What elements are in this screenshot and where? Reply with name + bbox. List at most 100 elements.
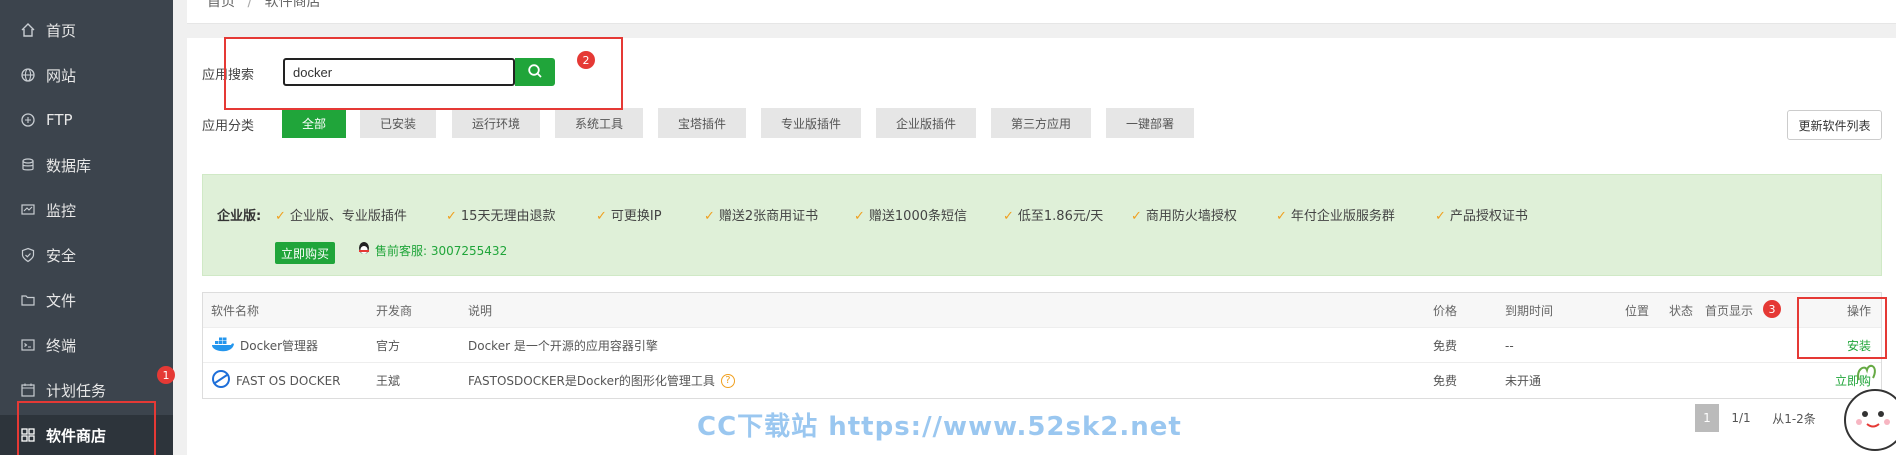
promo-feature: ✓ 产品授权证书: [1435, 209, 1528, 224]
enterprise-promo: 企业版: ✓ 企业版、专业版插件 ✓ 15天无理由退款 ✓ 可更换IP ✓ 赠送2张商用…: [202, 174, 1882, 276]
col-status: 状态: [1669, 304, 1694, 318]
sidebar-item-label: 计划任务: [46, 381, 107, 400]
buy-now-button[interactable]: 立即购买: [275, 242, 335, 264]
mascot-icon: [1837, 350, 1896, 455]
category-label: 应用分类: [202, 119, 255, 134]
sidebar-item-label: FTP: [46, 111, 73, 129]
home-icon: [20, 22, 36, 38]
sidebar-item-terminal[interactable]: 终端: [0, 325, 173, 365]
check-icon: ✓: [854, 209, 865, 224]
promo-feature: ✓ 商用防火墙授权: [1131, 209, 1237, 224]
promo-feature: ✓ 赠送2张商用证书: [704, 209, 819, 224]
category-installed[interactable]: 已安装: [360, 108, 436, 138]
clock-icon: [20, 382, 36, 398]
monitor-icon: [20, 202, 36, 218]
category-pro-plugins[interactable]: 专业版插件: [761, 108, 861, 138]
col-expire: 到期时间: [1505, 304, 1554, 318]
category-runtime[interactable]: 运行环境: [452, 108, 540, 138]
promo-feature: ✓ 低至1.86元/天: [1003, 209, 1104, 224]
check-icon: ✓: [1131, 209, 1142, 224]
promo-title: 企业版:: [217, 209, 262, 224]
col-description: 说明: [468, 304, 493, 318]
category-one-click-deploy[interactable]: 一键部署: [1106, 108, 1194, 138]
sidebar: 首页 网站 FTP 数据库 监控 安全 文件 终端 计划任务 软件商店: [0, 0, 173, 455]
breadcrumb-separator: /: [247, 0, 253, 10]
pager-range: 从1-2条: [1772, 411, 1816, 426]
table-row: FAST OS DOCKER 王斌 FASTOSDOCKER是Docker的图形…: [203, 363, 1881, 398]
sidebar-item-label: 文件: [46, 291, 77, 310]
pager-pages: 1/1: [1731, 411, 1751, 425]
sidebar-item-label: 终端: [46, 336, 77, 355]
annotation-badge-2: 2: [577, 51, 595, 69]
expire-time: 未开通: [1505, 374, 1542, 388]
annotation-badge-1: 1: [157, 366, 175, 384]
description: FASTOSDOCKER是Docker的图形化管理工具 ?: [468, 363, 735, 398]
terminal-icon: [20, 337, 36, 353]
globe-icon: [20, 67, 36, 83]
table-row: Docker管理器 官方 Docker 是一个开源的应用容器引擎 免费 -- 安…: [203, 328, 1881, 363]
annotation-box-install: [1797, 297, 1887, 359]
software-name: Docker管理器: [211, 328, 318, 363]
col-homepage: 首页显示: [1705, 304, 1754, 318]
sidebar-item-ftp[interactable]: FTP: [0, 100, 173, 140]
sidebar-item-home[interactable]: 首页: [0, 10, 173, 50]
col-name: 软件名称: [211, 304, 260, 318]
price: 免费: [1433, 374, 1458, 388]
check-icon: ✓: [596, 209, 607, 224]
breadcrumb-home[interactable]: 首页: [207, 0, 235, 10]
developer: 官方: [376, 339, 401, 353]
help-icon[interactable]: ?: [720, 373, 735, 388]
folder-icon: [20, 292, 36, 308]
sidebar-item-database[interactable]: 数据库: [0, 145, 173, 185]
category-bt-plugins[interactable]: 宝塔插件: [658, 108, 746, 138]
pager-current[interactable]: 1: [1695, 404, 1719, 432]
table-header: 软件名称 开发商 说明 价格 到期时间 位置 状态 首页显示 操作: [203, 293, 1881, 328]
breadcrumb-current: 软件商店: [264, 0, 321, 10]
col-price: 价格: [1433, 304, 1458, 318]
sidebar-item-label: 安全: [46, 246, 77, 265]
promo-feature: ✓ 赠送1000条短信: [854, 209, 967, 224]
annotation-box-search: [224, 37, 623, 110]
qq-icon: [357, 241, 371, 260]
promo-feature: ✓ 年付企业版服务群: [1276, 209, 1395, 224]
annotation-badge-3: 3: [1763, 300, 1781, 318]
check-icon: ✓: [1435, 209, 1446, 224]
fastos-icon: [211, 369, 231, 392]
col-location: 位置: [1625, 304, 1650, 318]
sidebar-item-files[interactable]: 文件: [0, 280, 173, 320]
sidebar-item-label: 数据库: [46, 156, 92, 175]
sidebar-item-website[interactable]: 网站: [0, 55, 173, 95]
shield-icon: [20, 247, 36, 263]
category-all[interactable]: 全部: [282, 108, 346, 138]
check-icon: ✓: [1276, 209, 1287, 224]
check-icon: ✓: [446, 209, 457, 224]
check-icon: ✓: [1003, 209, 1014, 224]
check-icon: ✓: [275, 209, 286, 224]
col-developer: 开发商: [376, 304, 413, 318]
watermark: CC下载站 https://www.52sk2.net: [697, 412, 1182, 442]
sidebar-item-label: 监控: [46, 201, 77, 220]
sidebar-item-monitor[interactable]: 监控: [0, 190, 173, 230]
software-name: FAST OS DOCKER: [211, 363, 341, 398]
software-table: 软件名称 开发商 说明 价格 到期时间 位置 状态 首页显示 操作 Docker…: [202, 292, 1882, 399]
category-enterprise-plugins[interactable]: 企业版插件: [876, 108, 976, 138]
promo-feature: ✓ 15天无理由退款: [446, 209, 556, 224]
developer: 王斌: [376, 374, 401, 388]
sidebar-item-label: 首页: [46, 21, 77, 40]
price: 免费: [1433, 339, 1458, 353]
promo-feature: ✓ 可更换IP: [596, 209, 662, 224]
breadcrumb: 首页 / 软件商店: [187, 0, 1896, 24]
database-icon: [20, 157, 36, 173]
category-third-party[interactable]: 第三方应用: [991, 108, 1091, 138]
docker-icon: [211, 335, 235, 356]
annotation-box-store: [17, 401, 156, 455]
check-icon: ✓: [704, 209, 715, 224]
sidebar-item-security[interactable]: 安全: [0, 235, 173, 275]
sidebar-item-label: 网站: [46, 66, 77, 85]
promo-feature: ✓ 企业版、专业版插件: [275, 209, 407, 224]
expire-time: --: [1505, 338, 1514, 353]
category-system-tools[interactable]: 系统工具: [555, 108, 643, 138]
description: Docker 是一个开源的应用容器引擎: [468, 339, 658, 353]
presales-qq[interactable]: 售前客服: 3007255432: [357, 241, 507, 260]
refresh-list-button[interactable]: 更新软件列表: [1787, 110, 1882, 140]
